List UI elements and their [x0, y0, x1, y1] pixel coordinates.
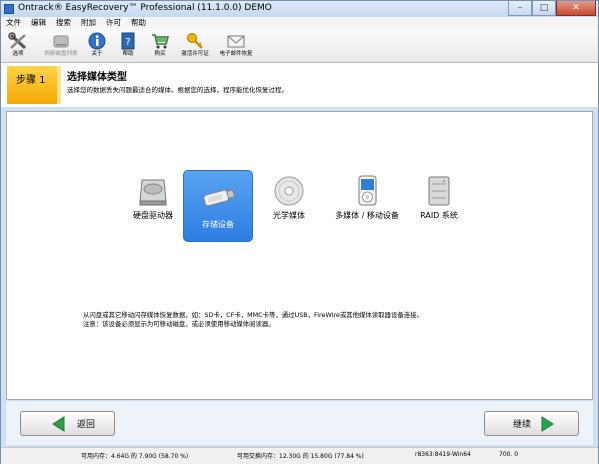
media-info-text: 从闪盘或其它移动闪存媒体恢复数据，如：SD卡，CF卡，MMC卡等，通过USB，F… — [83, 311, 423, 329]
media-selection-panel: 硬盘驱动器 存储设备 光学媒体 多媒体 / 移动设备 RAID 系统 从闪盘或其… — [6, 111, 593, 400]
toolbar-options-label: 选项 — [12, 51, 24, 57]
app-icon — [4, 4, 14, 14]
menu-bar: 文件 编辑 搜索 附加 许可 帮助 — [1, 17, 598, 28]
media-info-line-1: 从闪盘或其它移动闪存媒体恢复数据，如：SD卡，CF卡，MMC卡等，通过USB，F… — [83, 311, 423, 319]
toolbar-activate-label: 激活许可证 — [181, 51, 209, 57]
menu-extras[interactable]: 附加 — [76, 17, 101, 28]
media-storage-device[interactable]: 存储设备 — [183, 170, 253, 242]
disk-refresh-icon — [53, 35, 69, 48]
status-swap: 可用交换内存：12.30G 的 15.80G (77.84 %) — [237, 453, 364, 460]
toolbar-help-label: 帮助 — [122, 51, 134, 57]
next-button[interactable]: 继续 — [484, 411, 579, 436]
minimize-button[interactable]: – — [508, 1, 532, 16]
toolbar-about-label: 关于 — [91, 51, 103, 57]
svg-text:?: ? — [125, 37, 130, 48]
media-hard-drive-label: 硬盘驱动器 — [133, 211, 173, 220]
navigation-bar: 返回 继续 — [6, 401, 593, 445]
menu-search[interactable]: 搜索 — [51, 17, 76, 28]
toolbar-options-button[interactable]: 选项 — [7, 32, 29, 58]
media-storage-device-label: 存储设备 — [202, 220, 234, 229]
media-multimedia-label: 多媒体 / 移动设备 — [335, 211, 399, 220]
mail-icon — [227, 35, 245, 48]
toolbar-email-button[interactable]: 电子邮件恢复 — [216, 32, 256, 58]
toolbar-email-label: 电子邮件恢复 — [219, 51, 253, 57]
arrow-left-icon — [52, 415, 65, 432]
media-player-icon — [358, 175, 377, 206]
status-bar: 可用内存：4.64G 的 7.90G (58.70 %) 可用交换内存：12.3… — [1, 447, 598, 464]
step-title: 选择媒体类型 — [67, 72, 127, 83]
arrow-right-icon — [541, 415, 554, 432]
toolbar-help-button[interactable]: ? 帮助 — [119, 32, 137, 58]
app-window: Ontrack® EasyRecovery™ Professional (11.… — [0, 0, 599, 464]
step-header: 步骤 1 选择媒体类型 选择您的数据丢失问题最适合的媒体。根据您的选择，程序能优… — [1, 63, 598, 107]
back-button[interactable]: 返回 — [20, 411, 115, 436]
usb-drive-icon — [203, 189, 236, 207]
status-memory: 可用内存：4.64G 的 7.90G (58.70 %) — [81, 453, 189, 460]
key-icon — [187, 33, 203, 49]
info-icon — [88, 32, 106, 50]
media-optical[interactable]: 光学媒体 — [254, 174, 324, 234]
window-title: Ontrack® EasyRecovery™ Professional (11.… — [18, 3, 272, 13]
hard-drive-icon — [139, 179, 167, 206]
help-book-icon: ? — [121, 32, 135, 50]
status-version: 700. 0 — [499, 451, 519, 458]
step-badge: 步骤 1 — [7, 66, 61, 104]
menu-file[interactable]: 文件 — [1, 17, 26, 28]
media-info-line-2: 注意：该设备必须显示为可移动磁盘，或必须使用移动媒体阅读器。 — [83, 320, 275, 328]
media-raid-label: RAID 系统 — [420, 211, 458, 220]
media-hard-drive[interactable]: 硬盘驱动器 — [118, 174, 188, 234]
toolbar-refresh-label: 刷新磁盘列表 — [44, 51, 78, 57]
cart-icon — [152, 34, 169, 49]
status-build: r8363:8419-Win64 — [415, 451, 471, 458]
title-bar[interactable]: Ontrack® EasyRecovery™ Professional (11.… — [1, 1, 598, 17]
toolbar: 选项 刷新磁盘列表 关于 ? 帮助 购买 激活许可证 电子邮件恢复 — [1, 28, 598, 63]
next-button-label: 继续 — [513, 420, 532, 430]
media-optical-label: 光学媒体 — [273, 211, 305, 220]
menu-license[interactable]: 许可 — [101, 17, 126, 28]
toolbar-buy-button[interactable]: 购买 — [151, 32, 169, 58]
toolbar-about-button[interactable]: 关于 — [88, 32, 106, 58]
menu-help[interactable]: 帮助 — [126, 17, 151, 28]
tools-icon — [8, 32, 27, 50]
maximize-button[interactable]: □ — [532, 1, 556, 16]
media-raid[interactable]: RAID 系统 — [404, 174, 474, 234]
menu-edit[interactable]: 编辑 — [26, 17, 51, 28]
back-button-label: 返回 — [77, 420, 96, 430]
step-description: 选择您的数据丢失问题最适合的媒体。根据您的选择，程序能优化恢复过程。 — [67, 86, 288, 94]
optical-disc-icon — [274, 176, 304, 206]
media-multimedia[interactable]: 多媒体 / 移动设备 — [329, 174, 405, 234]
window-controls: – □ ✕ — [508, 1, 596, 17]
toolbar-refresh-button[interactable]: 刷新磁盘列表 — [39, 32, 83, 58]
toolbar-buy-label: 购买 — [154, 51, 166, 57]
close-button[interactable]: ✕ — [556, 1, 596, 16]
raid-icon — [428, 176, 450, 206]
toolbar-activate-button[interactable]: 激活许可证 — [177, 32, 213, 58]
step-label: 步骤 1 — [16, 75, 46, 86]
